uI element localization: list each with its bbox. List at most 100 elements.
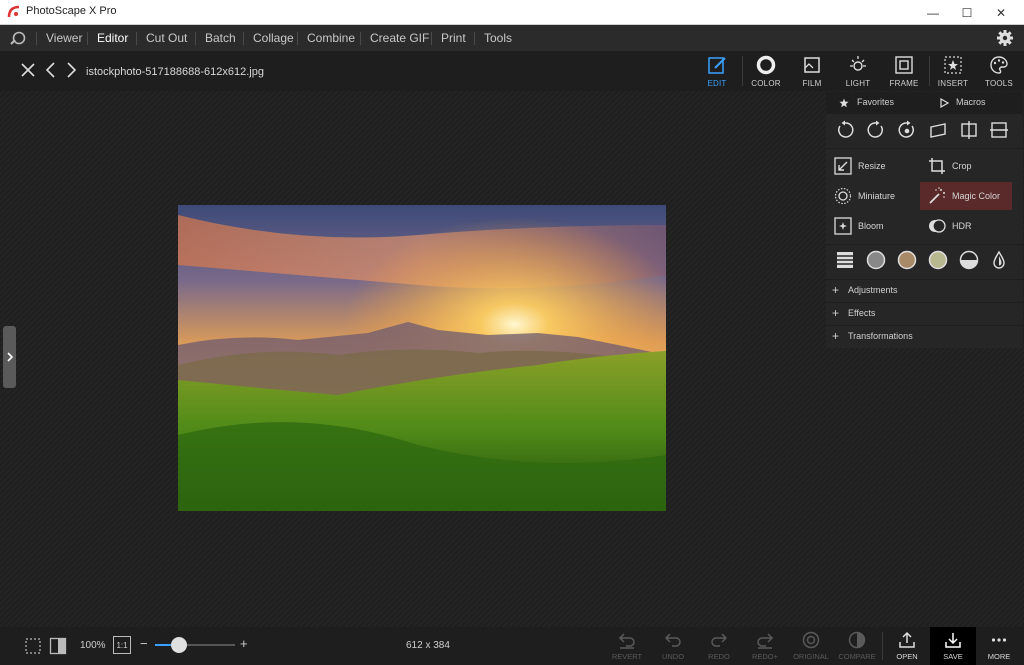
drop-icon[interactable]: [989, 250, 1009, 270]
tab-insert[interactable]: INSERT: [930, 53, 976, 89]
effects-section[interactable]: + Effects: [826, 302, 1023, 324]
menu-bar: Viewer Editor Cut Out Batch Collage Comb…: [0, 25, 1024, 51]
undo-icon: [664, 633, 681, 647]
film-icon: [804, 57, 820, 73]
magic-color-label: Magic Color: [952, 191, 1001, 201]
panel-divider: [826, 244, 1023, 245]
hdr-icon: [929, 219, 946, 233]
filter-preset-4-icon[interactable]: [959, 250, 979, 270]
more-button[interactable]: MORE: [976, 627, 1022, 665]
revert-button[interactable]: REVERT: [604, 627, 650, 665]
menu-viewer[interactable]: Viewer: [46, 31, 82, 45]
crop-tool[interactable]: Crop: [920, 152, 1012, 180]
tab-tools[interactable]: TOOLS: [976, 53, 1022, 89]
crop-label: Crop: [952, 161, 972, 171]
zoom-out-icon[interactable]: −: [140, 636, 148, 651]
redo-button[interactable]: REDO: [696, 627, 742, 665]
title-bar: PhotoScape X Pro — ☐ ✕: [0, 0, 1024, 25]
tab-frame-label: FRAME: [889, 79, 919, 88]
flip-horizontal-icon[interactable]: [959, 120, 979, 140]
magic-wand-icon: [929, 187, 945, 204]
menu-divider: [474, 32, 475, 45]
rotate-left-icon[interactable]: [835, 120, 855, 140]
tool-panel: Favorites Macros Resize Crop Miniature M…: [826, 92, 1023, 348]
original-button[interactable]: ORIGINAL: [788, 627, 834, 665]
save-button[interactable]: SAVE: [930, 627, 976, 665]
menu-collage[interactable]: Collage: [253, 31, 294, 45]
app-logo-icon: [7, 5, 20, 18]
close-file-icon[interactable]: [20, 60, 36, 80]
menu-divider: [136, 32, 137, 45]
image-dimensions: 612 x 384: [406, 640, 450, 651]
tab-frame[interactable]: FRAME: [881, 53, 927, 89]
menu-create-gif[interactable]: Create GIF: [370, 31, 429, 45]
menu-cut-out[interactable]: Cut Out: [146, 31, 187, 45]
effects-label: Effects: [848, 308, 876, 318]
resize-label: Resize: [858, 161, 886, 171]
more-dots-icon: [991, 638, 1007, 642]
menu-batch[interactable]: Batch: [205, 31, 236, 45]
transformations-section[interactable]: + Transformations: [826, 325, 1023, 347]
menu-divider: [297, 32, 298, 45]
revert-label: REVERT: [611, 652, 643, 661]
zoom-level[interactable]: 100%: [80, 640, 106, 651]
tab-film[interactable]: FILM: [789, 53, 835, 89]
minimize-button[interactable]: —: [916, 0, 950, 25]
filter-preset-1-icon[interactable]: [866, 250, 886, 270]
tab-light-label: LIGHT: [845, 79, 871, 88]
redo-plus-label: REDO+: [751, 652, 779, 661]
favorites-macros-row: Favorites Macros: [826, 92, 1023, 114]
open-button[interactable]: OPEN: [884, 627, 930, 665]
menu-print[interactable]: Print: [441, 31, 466, 45]
filter-preset-3-icon[interactable]: [928, 250, 948, 270]
split-view-icon[interactable]: [49, 637, 67, 655]
bloom-tool[interactable]: Bloom: [826, 212, 918, 240]
bloom-icon: [834, 217, 852, 235]
menu-tools[interactable]: Tools: [484, 31, 512, 45]
tab-edit[interactable]: EDIT: [694, 53, 740, 89]
edited-photo[interactable]: [178, 205, 666, 511]
menu-divider: [87, 32, 88, 45]
miniature-tool[interactable]: Miniature: [826, 182, 918, 210]
home-logo-icon[interactable]: [9, 30, 27, 46]
list-presets-icon[interactable]: [835, 250, 855, 270]
compare-button[interactable]: COMPARE: [834, 627, 880, 665]
actual-size-button[interactable]: 1:1: [113, 636, 131, 654]
undo-button[interactable]: UNDO: [650, 627, 696, 665]
menu-combine[interactable]: Combine: [307, 31, 355, 45]
macros-tab[interactable]: Macros: [956, 97, 986, 107]
resize-tool[interactable]: Resize: [826, 152, 918, 180]
straighten-icon[interactable]: [928, 120, 948, 140]
previous-image-icon[interactable]: [43, 60, 59, 80]
filter-preset-2-icon[interactable]: [897, 250, 917, 270]
rotate-custom-icon[interactable]: [897, 120, 917, 140]
next-image-icon[interactable]: [63, 60, 79, 80]
favorites-tab[interactable]: Favorites: [857, 97, 894, 107]
open-upload-icon: [899, 631, 915, 648]
magic-color-tool[interactable]: Magic Color: [920, 182, 1012, 210]
redo-plus-button[interactable]: REDO+: [742, 627, 788, 665]
close-window-button[interactable]: ✕: [984, 0, 1018, 25]
tab-tools-label: TOOLS: [985, 79, 1013, 88]
zoom-slider-thumb[interactable]: [171, 637, 187, 653]
side-panel-toggle[interactable]: [3, 326, 16, 388]
redo-label: REDO: [708, 652, 730, 661]
tab-light[interactable]: LIGHT: [835, 53, 881, 89]
hdr-tool[interactable]: HDR: [920, 212, 1012, 240]
flip-vertical-icon[interactable]: [989, 120, 1009, 140]
edit-pencil-icon: [708, 57, 726, 74]
redo-icon: [711, 633, 728, 647]
adjustments-section[interactable]: + Adjustments: [826, 279, 1023, 301]
frame-icon: [895, 56, 913, 74]
settings-gear-icon[interactable]: [996, 29, 1014, 47]
tab-color[interactable]: COLOR: [743, 53, 789, 89]
rotate-right-icon[interactable]: [866, 120, 886, 140]
chevron-right-icon: [6, 352, 13, 362]
maximize-button[interactable]: ☐: [950, 0, 984, 25]
selection-marquee-icon[interactable]: [24, 637, 42, 655]
file-name: istockphoto-517188688-612x612.jpg: [86, 66, 264, 78]
zoom-in-icon[interactable]: +: [240, 636, 248, 651]
expand-plus-icon: +: [832, 283, 840, 297]
crop-icon: [929, 158, 945, 174]
menu-editor[interactable]: Editor: [97, 31, 128, 45]
